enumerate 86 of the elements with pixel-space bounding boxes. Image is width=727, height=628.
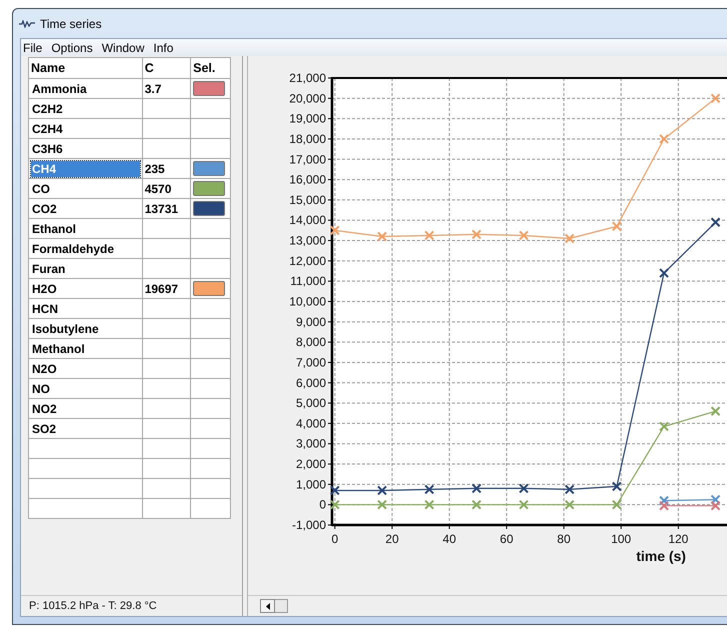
- data-point: [710, 500, 721, 511]
- axis-tick-label: 120: [668, 532, 688, 546]
- axis-tick-label: 4,000: [296, 416, 326, 430]
- data-point: [377, 231, 388, 242]
- axis-tick-label: 100: [611, 532, 632, 546]
- color-swatch[interactable]: [193, 81, 226, 96]
- data-point: [710, 494, 721, 505]
- data-point: [659, 496, 670, 506]
- axis-tick-label: 9,000: [296, 314, 326, 329]
- data-point: [659, 500, 670, 511]
- axis-title: time (s): [636, 548, 686, 564]
- data-point: [424, 484, 434, 494]
- status-bar: P: 1015.2 hPa - T: 29.8 °C: [21, 595, 242, 616]
- data-point: [564, 234, 575, 244]
- axis-tick-label: 21,000: [289, 71, 326, 85]
- data-point: [612, 481, 622, 492]
- axis-tick-label: 60: [500, 532, 514, 546]
- data-point: [659, 134, 670, 144]
- app-icon: [19, 20, 35, 28]
- menu-item[interactable]: Window: [102, 40, 144, 54]
- axis-tick-label: 15,000: [289, 192, 326, 207]
- data-point: [472, 483, 482, 494]
- data-point: [710, 406, 721, 416]
- axis-tick-label: 16,000: [289, 172, 326, 187]
- data-point: [472, 500, 482, 510]
- axis-tick-label: 8,000: [296, 335, 326, 350]
- data-point: [518, 500, 529, 510]
- data-point: [377, 485, 388, 496]
- data-point: [564, 484, 575, 494]
- axis-tick-label: 11,000: [290, 274, 326, 288]
- data-point: [424, 230, 434, 240]
- menu-item[interactable]: File: [23, 40, 42, 54]
- column-header[interactable]: C: [142, 58, 191, 78]
- data-point: [564, 500, 575, 510]
- axis-tick-label: 10,000: [289, 294, 326, 308]
- left-arrow-icon: [266, 602, 270, 610]
- data-point: [330, 485, 340, 496]
- data-point: [710, 217, 721, 228]
- concentration-value: 19697: [144, 282, 178, 296]
- axis-tick-label: 20,000: [289, 91, 326, 106]
- data-point: [612, 500, 622, 510]
- axis-tick-label: 80: [557, 532, 571, 546]
- axis-tick-label: 0: [332, 532, 338, 546]
- column-header[interactable]: Name: [28, 58, 142, 78]
- data-point: [330, 225, 340, 236]
- axis-tick-label: 20: [385, 532, 399, 546]
- axis-tick-label: 3,000: [296, 436, 326, 451]
- data-point: [377, 500, 388, 510]
- axis-tick-label: 0: [319, 498, 326, 512]
- color-swatch[interactable]: [193, 281, 226, 296]
- axis-tick-label: 7,000: [296, 355, 326, 370]
- menu-item[interactable]: Options: [51, 40, 93, 54]
- color-swatch[interactable]: [193, 181, 226, 196]
- data-point: [659, 268, 670, 278]
- axis-tick-label: 40: [442, 532, 456, 546]
- axis-tick-label: 1,000: [296, 477, 326, 492]
- data-point: [518, 483, 529, 494]
- axis-tick-label: 2,000: [296, 457, 326, 472]
- axis-tick-label: 13,000: [289, 234, 326, 248]
- axis-tick-label: 18,000: [289, 132, 326, 146]
- concentration-value: 4570: [144, 182, 172, 196]
- axis-tick-label: 17,000: [289, 152, 326, 166]
- data-point: [330, 500, 340, 510]
- axis-tick-label: -1,000: [292, 518, 326, 532]
- axis-tick-label: 5,000: [296, 396, 326, 410]
- data-point: [659, 421, 670, 432]
- axis-tick-label: 14,000: [289, 213, 326, 228]
- data-point: [710, 93, 721, 104]
- data-point: [612, 221, 622, 232]
- axis-tick-label: 19,000: [289, 112, 326, 126]
- axis-tick-label: 12,000: [289, 254, 326, 268]
- data-point: [518, 230, 529, 240]
- menu-item[interactable]: Info: [153, 40, 174, 54]
- concentration-value: 13731: [144, 202, 178, 216]
- data-point: [424, 500, 434, 510]
- axis-tick-label: 6,000: [296, 376, 326, 390]
- gas-name[interactable]: CH4: [31, 160, 140, 176]
- scroll-left-button[interactable]: [260, 599, 275, 613]
- data-point: [472, 229, 482, 240]
- color-swatch[interactable]: [193, 161, 226, 176]
- color-swatch[interactable]: [193, 201, 226, 216]
- window-title: Time series: [40, 16, 102, 30]
- concentration-value: 3.7: [144, 82, 162, 96]
- concentration-value: 235: [144, 162, 165, 176]
- column-header[interactable]: Sel.: [190, 58, 230, 78]
- scrollbar-thumb[interactable]: [275, 599, 288, 613]
